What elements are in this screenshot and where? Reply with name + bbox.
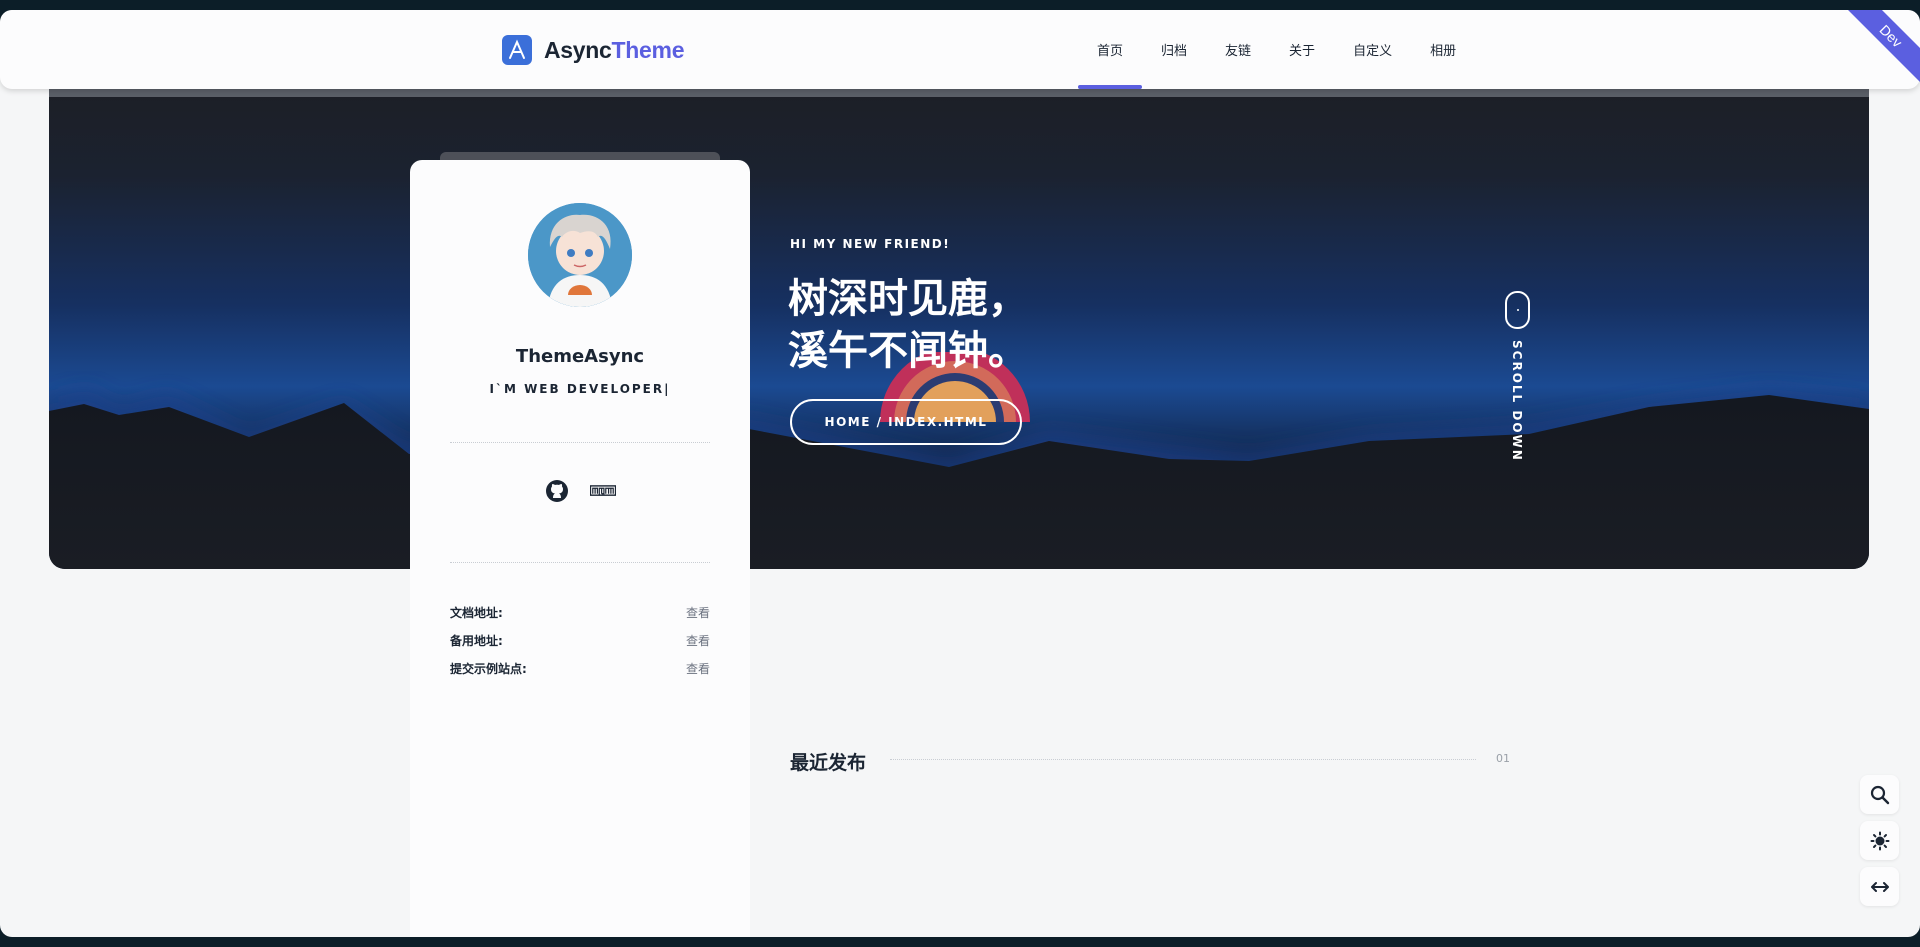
sun-icon [1870,831,1889,850]
page-frame: AsyncTheme 首页 归档 友链 关于 自定义 相册 Dev HI MY … [0,10,1920,937]
github-icon[interactable] [544,478,570,504]
scroll-mouse-icon[interactable] [1505,291,1530,329]
theme-toggle-button[interactable] [1860,821,1899,860]
divider [450,562,710,563]
nav-item-home[interactable]: 首页 [1078,10,1143,89]
hero-title: 树深时见鹿， 溪午不闻钟。 [788,273,1028,377]
nav-item-custom[interactable]: 自定义 [1334,10,1411,89]
nav-item-album[interactable]: 相册 [1411,10,1475,89]
npm-icon[interactable] [590,478,616,504]
link-row: 提交示例站点: 查看 [450,660,710,677]
nav-item-about[interactable]: 关于 [1270,10,1334,89]
hero-title-line-1: 树深时见鹿， [788,276,1028,322]
divider [890,759,1476,760]
nav-item-archive[interactable]: 归档 [1142,10,1206,89]
divider [450,442,710,443]
home-index-button[interactable]: HOME / INDEX.HTML [790,399,1022,445]
logo-text: AsyncTheme [544,36,685,63]
link-view-button[interactable]: 查看 [686,660,710,677]
search-button[interactable] [1860,775,1899,814]
link-label: 文档地址: [450,606,503,620]
section-number: 01 [1496,752,1510,765]
link-row: 备用地址: 查看 [450,632,710,649]
width-toggle-button[interactable] [1860,867,1899,906]
profile-card: ThemeAsync I`M WEB DEVELOPER| 文档地址: 查看 备… [410,160,750,937]
link-view-button[interactable]: 查看 [686,604,710,621]
link-label: 提交示例站点: [450,662,527,676]
hero-title-line-2: 溪午不闻钟。 [788,328,1028,374]
nav-item-friends[interactable]: 友链 [1206,10,1270,89]
header-underlay [49,89,1869,97]
profile-name: ThemeAsync [515,346,645,367]
link-view-button[interactable]: 查看 [686,632,710,649]
link-label: 备用地址: [450,634,503,648]
avatar[interactable] [528,203,632,307]
link-row: 文档地址: 查看 [450,604,710,621]
logo-icon [502,35,532,65]
hero-kicker: HI MY NEW FRIEND! [790,237,951,251]
arrows-horizontal-icon [1870,881,1889,892]
dev-badge: Dev [1840,10,1920,90]
search-icon [1870,785,1889,804]
recent-posts-title: 最近发布 [790,752,867,774]
top-navbar: AsyncTheme 首页 归档 友链 关于 自定义 相册 Dev [0,10,1920,89]
main-nav: 首页 归档 友链 关于 自定义 相册 [1078,10,1475,89]
site-logo[interactable]: AsyncTheme [502,34,684,66]
profile-subtitle: I`M WEB DEVELOPER| [489,382,671,396]
social-links [410,478,750,504]
scroll-down-label[interactable]: SCROLL DOWN [1510,340,1524,462]
